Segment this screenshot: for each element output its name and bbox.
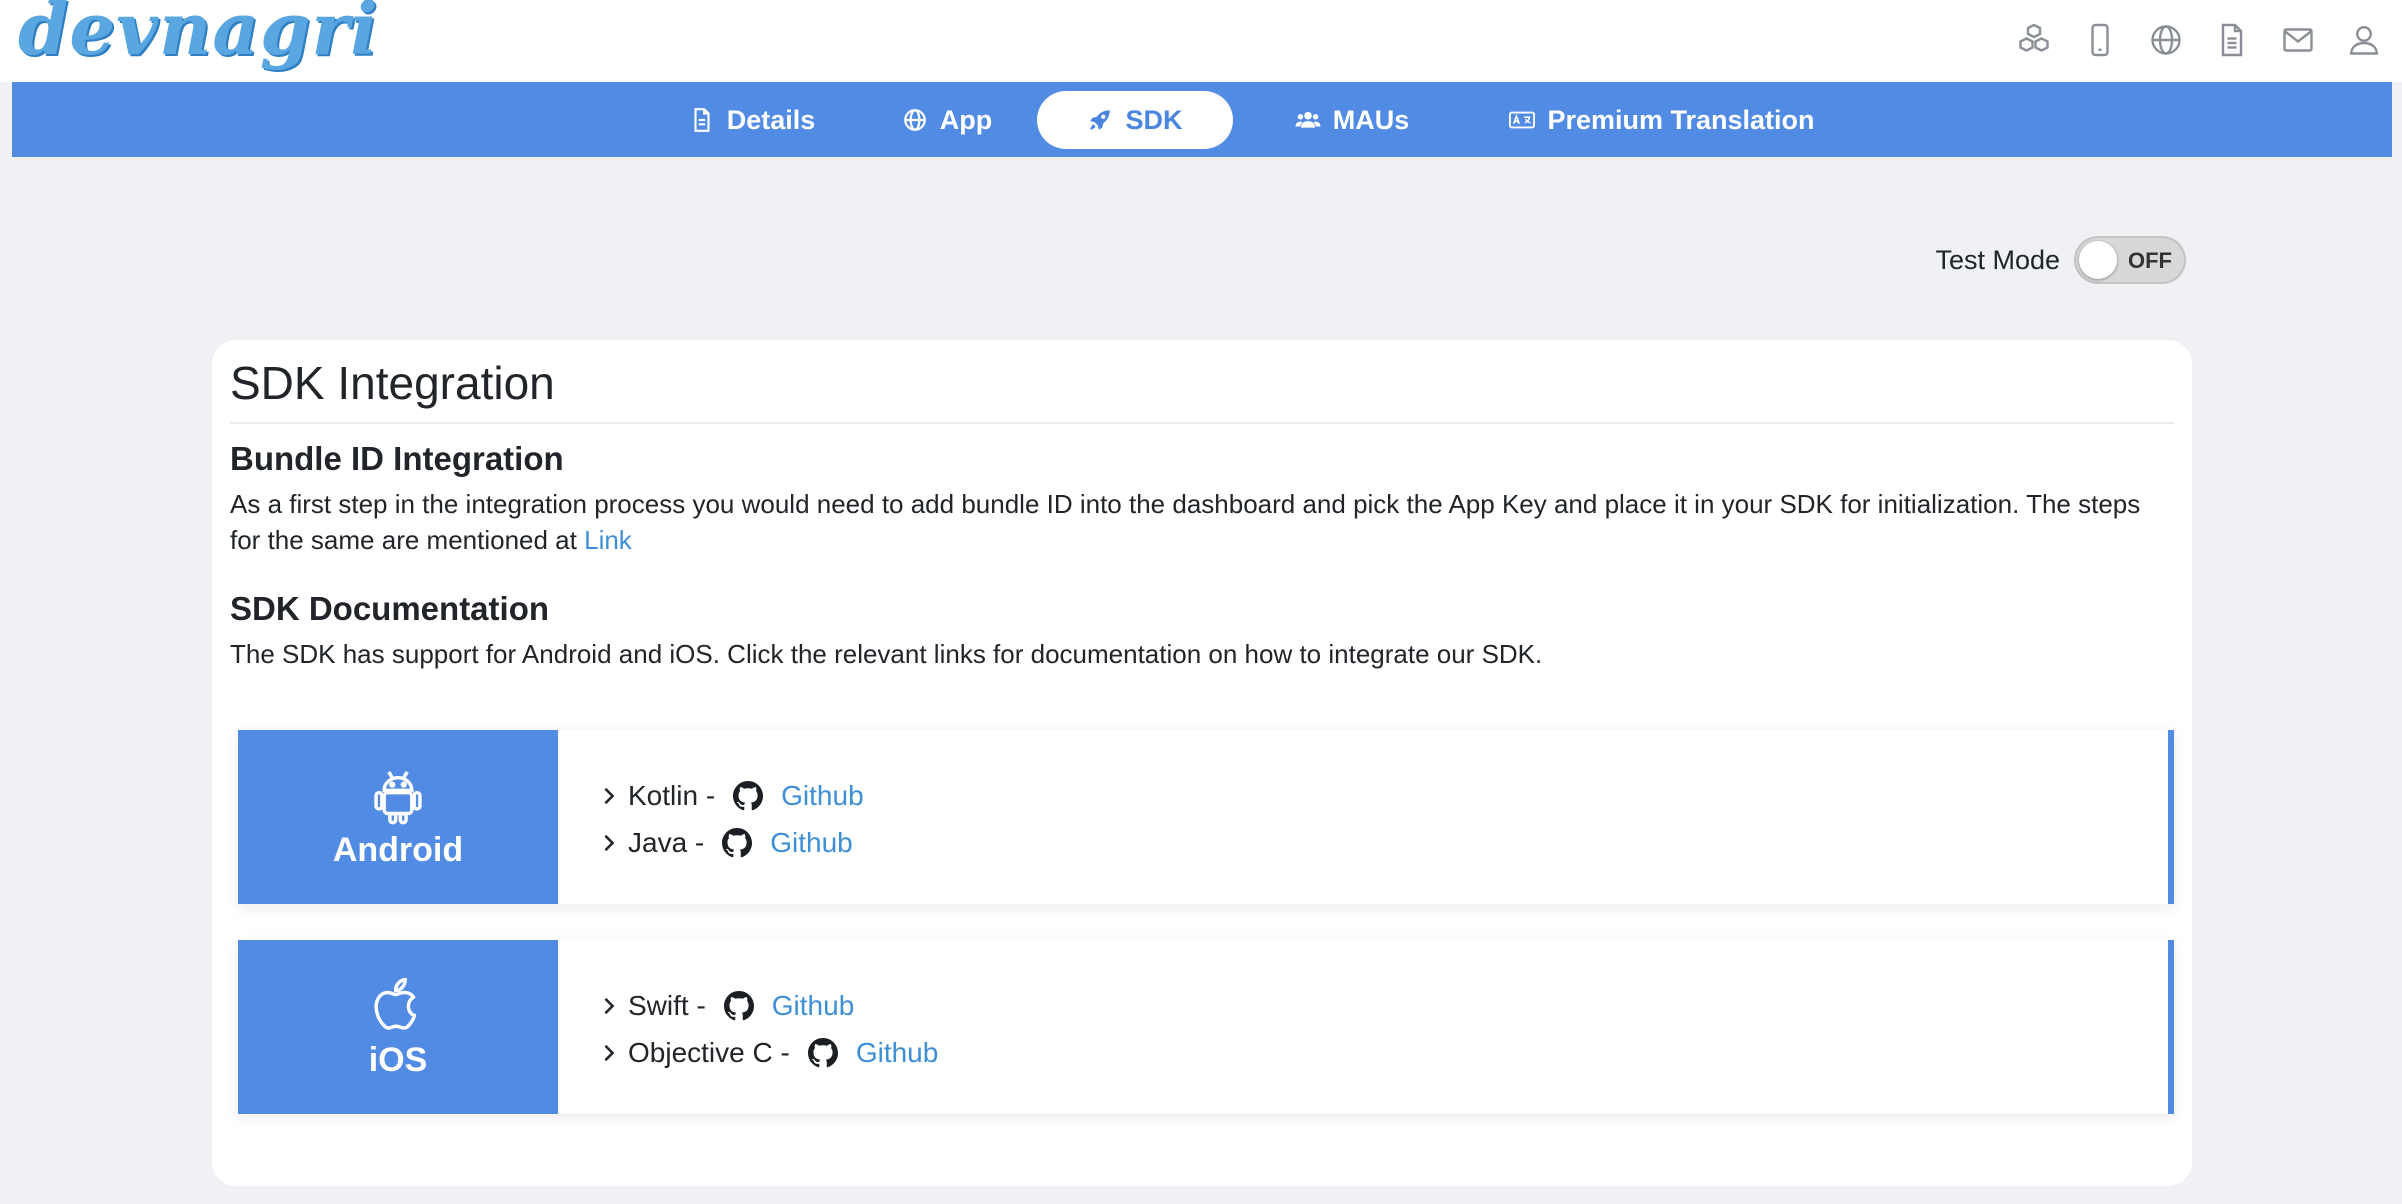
tab-premium-translation[interactable]: Premium Translation: [1502, 91, 1822, 149]
main-nav: Details App SDK MAUs Premium Translation: [12, 82, 2392, 157]
kotlin-github-link[interactable]: Github: [781, 780, 864, 812]
list-item-objective-c: Objective C - Github: [600, 1029, 938, 1076]
tab-maus[interactable]: MAUs: [1272, 91, 1432, 149]
user-icon[interactable]: [2342, 18, 2386, 62]
header-icons: [2012, 18, 2386, 62]
toggle-state: OFF: [2128, 248, 2172, 273]
android-label: Android: [332, 830, 464, 869]
github-icon: [807, 1037, 838, 1067]
kotlin-label: Kotlin -: [628, 779, 716, 811]
github-icon: [723, 990, 754, 1020]
toggle-knob: [2079, 241, 2117, 279]
android-platform-tile: Android: [238, 730, 558, 904]
top-header: devnagri: [0, 0, 2402, 82]
chevron-right-icon: [604, 787, 615, 804]
ios-platform-tile: iOS: [238, 940, 558, 1114]
tab-sdk-label: SDK: [1125, 104, 1183, 135]
android-sdk-row: Android Kotlin - Github Java - Github: [238, 730, 2174, 904]
android-icon: [374, 770, 422, 824]
tab-premium-translation-label: Premium Translation: [1547, 104, 1815, 135]
page-title: SDK Integration: [230, 357, 555, 409]
sdk-integration-card: SDK Integration Bundle ID Integration As…: [212, 340, 2192, 1186]
language-icon: [1509, 111, 1536, 129]
bundle-section-text: As a first step in the integration proce…: [230, 486, 2174, 558]
globe-icon: [903, 109, 926, 131]
java-label: Java -: [628, 826, 705, 858]
github-icon: [733, 780, 764, 810]
ios-label: iOS: [368, 1040, 428, 1079]
bundle-section-title: Bundle ID Integration: [230, 440, 564, 477]
objective-c-github-link[interactable]: Github: [856, 1037, 939, 1069]
github-icon: [722, 827, 753, 857]
tab-app[interactable]: App: [882, 91, 1012, 149]
java-github-link[interactable]: Github: [770, 827, 853, 859]
chevron-right-icon: [604, 834, 615, 851]
globe-icon[interactable]: [2144, 18, 2188, 62]
rocket-icon: [1090, 110, 1111, 130]
tab-details-label: Details: [726, 104, 816, 135]
docs-section-title: SDK Documentation: [230, 590, 550, 627]
ios-links: Swift - Github Objective C - Github: [600, 982, 938, 1076]
ios-sdk-row: iOS Swift - Github Objective C - Github: [238, 940, 2174, 1114]
document-icon[interactable]: [2210, 18, 2254, 62]
bundle-link[interactable]: Link: [584, 525, 632, 555]
document-icon: [694, 108, 710, 132]
objective-c-label: Objective C -: [628, 1036, 790, 1068]
test-mode-toggle[interactable]: OFF: [2074, 236, 2186, 284]
docs-section-text: The SDK has support for Android and iOS.…: [230, 639, 1543, 669]
android-links: Kotlin - Github Java - Github: [600, 772, 864, 866]
tab-maus-label: MAUs: [1332, 104, 1410, 135]
test-mode-control: Test Mode OFF: [1935, 236, 2186, 284]
list-item-swift: Swift - Github: [600, 982, 938, 1029]
tab-app-label: App: [939, 104, 993, 135]
test-mode-label: Test Mode: [1935, 244, 2060, 275]
list-item-kotlin: Kotlin - Github: [600, 772, 864, 819]
chevron-right-icon: [604, 997, 615, 1014]
cubes-icon[interactable]: [2012, 18, 2056, 62]
tab-details[interactable]: Details: [662, 91, 842, 149]
tab-sdk[interactable]: SDK: [1037, 91, 1233, 149]
chevron-right-icon: [604, 1044, 615, 1061]
users-icon: [1295, 111, 1321, 128]
divider: [230, 422, 2174, 424]
bundle-text: As a first step in the integration proce…: [230, 489, 2141, 555]
mail-icon[interactable]: [2276, 18, 2320, 62]
swift-label: Swift -: [628, 989, 706, 1021]
list-item-java: Java - Github: [600, 819, 864, 866]
apple-icon: [374, 977, 417, 1030]
swift-github-link[interactable]: Github: [772, 990, 855, 1022]
devnagri-logo[interactable]: devnagri: [18, 0, 379, 71]
mobile-icon[interactable]: [2078, 18, 2122, 62]
